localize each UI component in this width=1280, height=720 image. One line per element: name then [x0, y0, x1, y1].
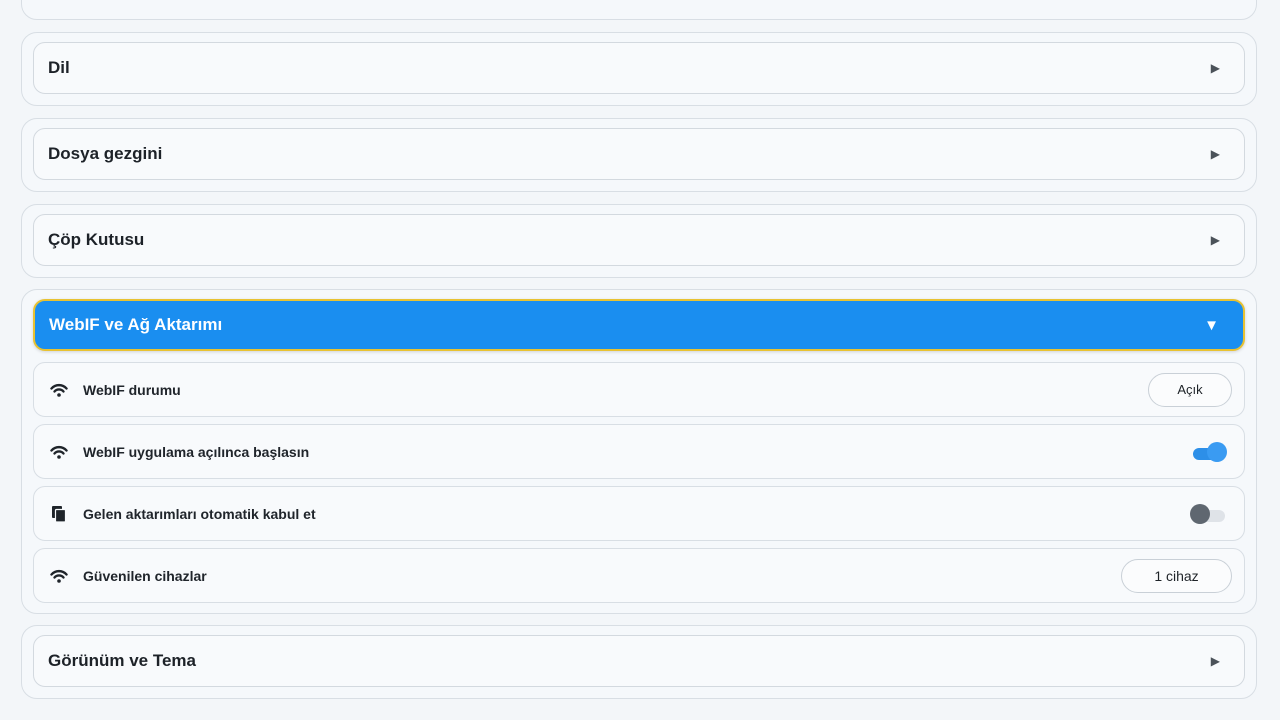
wifi-icon [48, 441, 70, 463]
webif-autostart-toggle[interactable] [1192, 441, 1227, 463]
section-header-webif[interactable]: WebIF ve Ağ Aktarımı ▼ [33, 299, 1245, 351]
chevron-right-icon: ▶ [1210, 654, 1220, 668]
section-card-file-browser: Dosya gezgini ▶ [21, 118, 1257, 192]
setting-label: WebIF uygulama açılınca başlasın [83, 443, 310, 460]
setting-label: WebIF durumu [83, 381, 181, 398]
section-title: Çöp Kutusu [48, 230, 145, 249]
section-header-file-browser[interactable]: Dosya gezgini ▶ [33, 128, 1245, 180]
section-card-top-partial [21, 0, 1257, 20]
section-header-trash[interactable]: Çöp Kutusu ▶ [33, 214, 1245, 266]
webif-status-button[interactable]: Açık [1148, 372, 1232, 407]
copy-icon [48, 503, 70, 525]
section-header-language[interactable]: Dil ▶ [33, 42, 1245, 94]
section-title: Dosya gezgini [48, 144, 163, 163]
setting-row-trusted-devices: Güvenilen cihazlar 1 cihaz [33, 548, 1245, 603]
chevron-right-icon: ▶ [1210, 61, 1220, 75]
trusted-devices-button[interactable]: 1 cihaz [1121, 558, 1232, 593]
setting-label: Gelen aktarımları otomatik kabul et [83, 505, 316, 522]
section-card-trash: Çöp Kutusu ▶ [21, 204, 1257, 278]
section-card-appearance: Görünüm ve Tema ▶ [21, 625, 1257, 699]
toggle-knob [1190, 503, 1210, 524]
toggle-knob [1207, 441, 1227, 462]
section-title: Dil [48, 58, 70, 77]
setting-row-webif-status: WebIF durumu Açık [33, 362, 1245, 417]
chevron-right-icon: ▶ [1210, 233, 1220, 247]
section-title: WebIF ve Ağ Aktarımı [49, 315, 223, 334]
section-card-webif: WebIF ve Ağ Aktarımı ▼ WebIF durumu Açık [21, 289, 1257, 614]
chevron-right-icon: ▶ [1210, 147, 1220, 161]
setting-row-auto-accept: Gelen aktarımları otomatik kabul et [33, 486, 1245, 541]
chevron-down-icon: ▼ [1204, 316, 1219, 334]
wifi-icon [48, 379, 70, 401]
section-header-appearance[interactable]: Görünüm ve Tema ▶ [33, 635, 1245, 687]
section-title: Görünüm ve Tema [48, 651, 196, 670]
section-card-language: Dil ▶ [21, 32, 1257, 106]
setting-row-webif-autostart: WebIF uygulama açılınca başlasın [33, 424, 1245, 479]
wifi-icon [48, 565, 70, 587]
auto-accept-toggle[interactable] [1190, 503, 1226, 525]
setting-label: Güvenilen cihazlar [83, 567, 207, 584]
settings-screen: Dil ▶ Dosya gezgini ▶ Çöp Kutusu ▶ WebIF… [0, 0, 1280, 720]
